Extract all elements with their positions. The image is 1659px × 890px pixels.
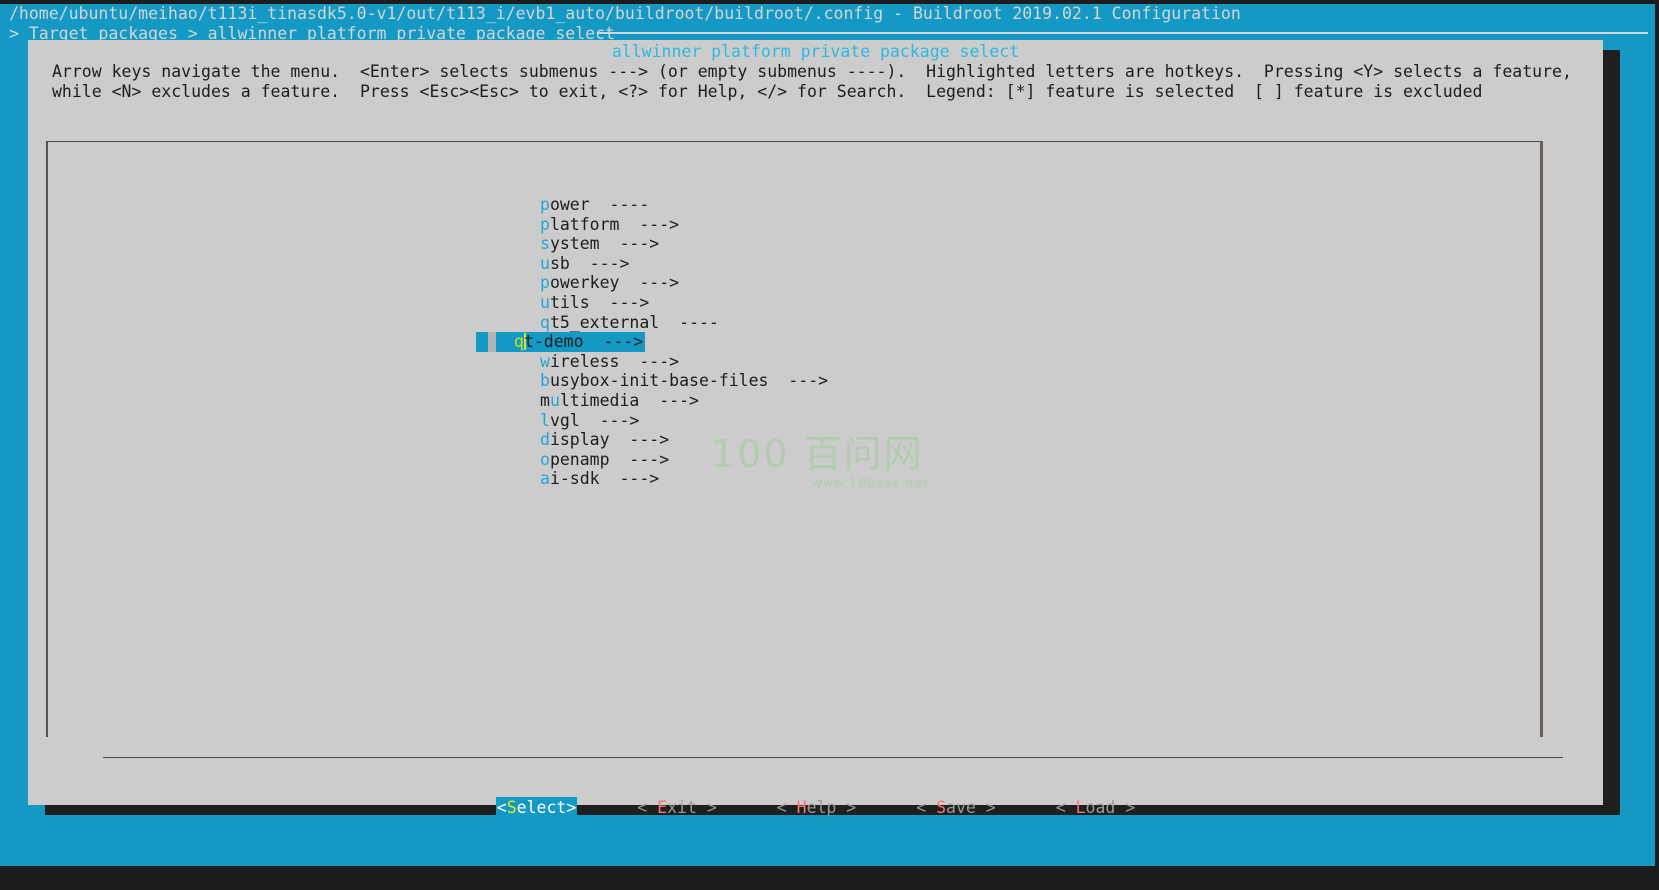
menu-item[interactable]: usb ---> [476, 254, 1376, 274]
help-line-1: Arrow keys navigate the menu. <Enter> se… [52, 62, 1572, 81]
menu-item-hotkey: p [540, 195, 550, 214]
button-xit[interactable]: < Exit > [637, 797, 716, 819]
selection-gap [488, 332, 496, 352]
menu-list: power ----platform --->system --->usb --… [476, 195, 1376, 489]
menu-item[interactable]: qt5_external ---- [476, 313, 1376, 333]
button-label: oad > [1086, 798, 1136, 817]
submenu-arrow-icon: ---> [584, 332, 644, 351]
window-title: /home/ubuntu/meihao/t113i_tinasdk5.0-v1/… [0, 4, 1655, 24]
menu-item-hotkey: d [540, 430, 550, 449]
menu-item-hotkey: a [540, 469, 550, 488]
menu-item-label-pre: m [540, 391, 550, 410]
menu-item[interactable]: utils ---> [476, 293, 1376, 313]
menu-item-label: vgl [550, 411, 580, 430]
submenu-arrow-icon: ---> [768, 371, 828, 390]
submenu-arrow-icon: ---> [619, 273, 679, 292]
submenu-arrow-icon: ---- [659, 313, 719, 332]
menu-item[interactable]: display ---> [476, 430, 1376, 450]
breadcrumb-rule [598, 32, 1648, 34]
button-label: ave > [946, 798, 996, 817]
submenu-arrow-icon: ---> [619, 352, 679, 371]
menu-item-label: latform [550, 215, 620, 234]
menu-item[interactable]: system ---> [476, 234, 1376, 254]
submenu-arrow-icon: ---> [619, 215, 679, 234]
menu-item-hotkey: l [540, 411, 550, 430]
button-bracket-left: < [497, 798, 507, 817]
button-hotkey: H [797, 798, 807, 817]
menu-frame-bottom-border [103, 757, 1563, 758]
submenu-arrow-icon: ---> [570, 254, 630, 273]
button-bracket-left: < [916, 798, 936, 817]
menu-item[interactable]: ai-sdk ---> [476, 469, 1376, 489]
menu-item-hotkey: p [540, 273, 550, 292]
menu-item-label: tils [550, 293, 590, 312]
selection-highlight: qt-demo ---> [496, 332, 645, 352]
menu-item-hotkey: s [540, 234, 550, 253]
menu-item-selected[interactable]: qt-demo ---> [476, 332, 1376, 352]
menu-item-hotkey: u [540, 254, 550, 273]
menu-item-label: sb [550, 254, 570, 273]
menu-frame-top-border [46, 141, 1540, 142]
button-elect[interactable]: <Select> [496, 797, 577, 819]
menu-item-label: isplay [550, 430, 610, 449]
menu-item[interactable]: platform ---> [476, 215, 1376, 235]
button-bracket-left: < [777, 798, 797, 817]
button-hotkey: E [657, 798, 667, 817]
submenu-arrow-icon: ---> [610, 450, 670, 469]
menu-item-hotkey: q [514, 332, 524, 351]
menu-item-label: usybox-init-base-files [550, 371, 769, 390]
button-label: elect> [517, 798, 577, 817]
button-bracket-left: < [637, 798, 657, 817]
menu-item-hotkey: o [540, 450, 550, 469]
menu-item[interactable]: busybox-init-base-files ---> [476, 371, 1376, 391]
menu-item-label: ireless [550, 352, 620, 371]
menu-item-label: ltimedia [560, 391, 639, 410]
submenu-arrow-icon: ---> [600, 469, 660, 488]
menu-item[interactable]: lvgl ---> [476, 411, 1376, 431]
selection-marker [476, 332, 488, 352]
menu-item-label: i-sdk [550, 469, 600, 488]
submenu-arrow-icon: ---> [600, 234, 660, 253]
menu-frame-left-border [46, 141, 48, 737]
button-oad[interactable]: < Load > [1056, 797, 1135, 819]
button-bar: <Select>< Exit >< Help >< Save >< Load > [28, 797, 1603, 821]
dialog-heading: allwinner platform private package selec… [28, 42, 1603, 62]
submenu-arrow-icon: ---> [639, 391, 699, 410]
button-hotkey: S [936, 798, 946, 817]
submenu-arrow-icon: ---- [590, 195, 650, 214]
menu-item-label: ower [550, 195, 590, 214]
menu-scrollbar[interactable] [1540, 141, 1543, 737]
menu-item[interactable]: multimedia ---> [476, 391, 1376, 411]
button-bracket-left: < [1056, 798, 1076, 817]
menu-item-label: ystem [550, 234, 600, 253]
submenu-arrow-icon: ---> [590, 293, 650, 312]
help-text: Arrow keys navigate the menu. <Enter> se… [52, 62, 1582, 101]
menu-item-hotkey: q [540, 313, 550, 332]
submenu-arrow-icon: ---> [580, 411, 640, 430]
menu-item-hotkey: u [540, 293, 550, 312]
button-ave[interactable]: < Save > [916, 797, 995, 819]
menu-item-label: t5_external [550, 313, 659, 332]
terminal-window: /home/ubuntu/meihao/t113i_tinasdk5.0-v1/… [0, 0, 1659, 890]
config-dialog: allwinner platform private package selec… [28, 40, 1603, 805]
menu-item[interactable]: wireless ---> [476, 352, 1376, 372]
menu-item-label: t-demo [524, 332, 584, 351]
menu-item[interactable]: openamp ---> [476, 450, 1376, 470]
help-line-2: while <N> excludes a feature. Press <Esc… [52, 82, 1482, 101]
button-hotkey: S [507, 798, 517, 817]
menu-item[interactable]: power ---- [476, 195, 1376, 215]
menu-item-hotkey: u [550, 391, 560, 410]
menu-item-hotkey: b [540, 371, 550, 390]
menu-item-label: penamp [550, 450, 610, 469]
menu-item-hotkey: p [540, 215, 550, 234]
button-label: elp > [807, 798, 857, 817]
button-hotkey: L [1076, 798, 1086, 817]
menu-item-hotkey: w [540, 352, 550, 371]
menu-item-label: owerkey [550, 273, 620, 292]
button-label: xit > [667, 798, 717, 817]
submenu-arrow-icon: ---> [610, 430, 670, 449]
menu-item[interactable]: powerkey ---> [476, 273, 1376, 293]
button-elp[interactable]: < Help > [777, 797, 856, 819]
